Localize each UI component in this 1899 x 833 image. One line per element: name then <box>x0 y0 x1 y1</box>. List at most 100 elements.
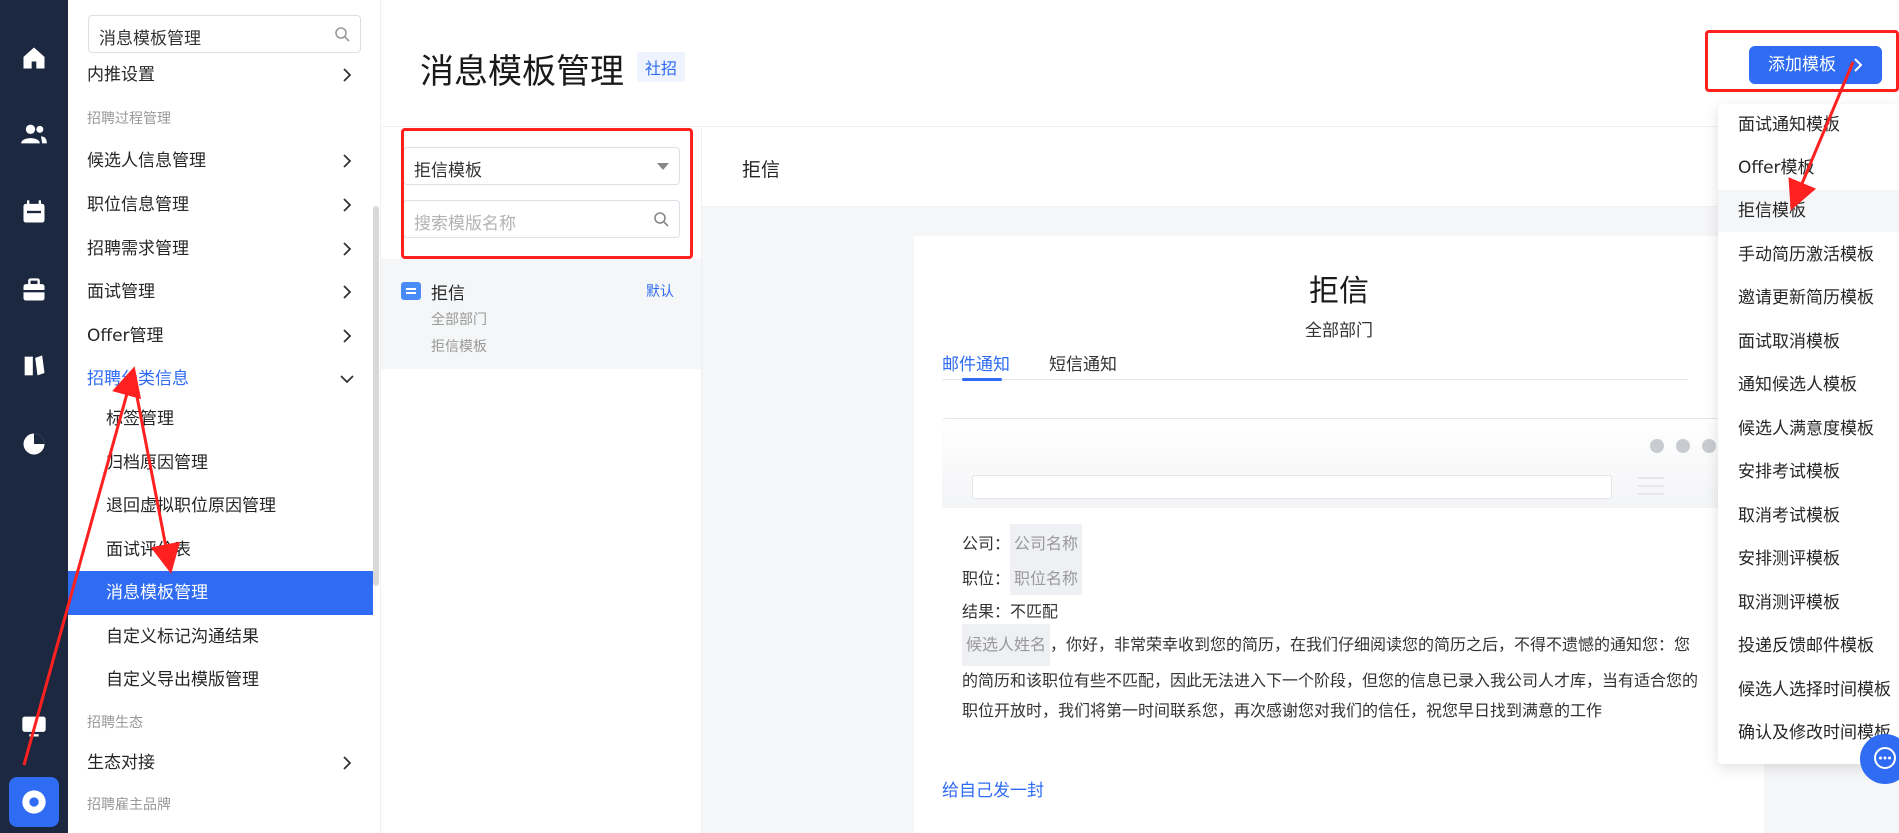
company-label: 公司： <box>962 534 1011 553</box>
company-variable: 公司名称 <box>1010 524 1083 560</box>
menu-item-cancel-assessment[interactable]: 取消测评模板 <box>1718 582 1899 624</box>
menu-item-candidate-satisfaction[interactable]: 候选人满意度模板 <box>1718 408 1899 450</box>
preview-header-title: 拒信 <box>742 159 781 181</box>
sidebar-item-custom-export-template[interactable]: 自定义导出模版管理 <box>106 660 366 700</box>
sidebar-item-label: 招聘分类信息 <box>87 369 189 389</box>
search-icon[interactable] <box>334 26 350 42</box>
address-bar <box>972 475 1612 499</box>
sidebar-item-label: 消息模板管理 <box>106 583 208 603</box>
menu-item-schedule-assessment[interactable]: 安排测评模板 <box>1718 538 1899 580</box>
sidebar-scrollbar[interactable] <box>373 206 379 586</box>
sidebar-item-tag-management[interactable]: 标签管理 <box>106 399 366 439</box>
sidebar-group-label: 招聘雇主品牌 <box>87 797 171 813</box>
notification-tabs: 邮件通知 短信通知 <box>942 350 1688 381</box>
sidebar-search-input[interactable]: 消息模板管理 <box>88 15 361 53</box>
briefcase-icon[interactable] <box>20 276 48 304</box>
users-icon[interactable] <box>20 120 48 148</box>
window-dot-icon <box>1650 439 1664 453</box>
sidebar-item-custom-mark-result[interactable]: 自定义标记沟通结果 <box>106 617 366 657</box>
message-icon <box>401 282 421 300</box>
menu-item-rejection[interactable]: 拒信模板 <box>1718 190 1899 232</box>
sidebar-item-ecosystem[interactable]: 生态对接 <box>87 743 362 783</box>
position-label: 职位： <box>962 569 1011 588</box>
icon-rail <box>0 0 68 833</box>
chevron-down-icon <box>340 375 354 384</box>
menu-item-interview-notice[interactable]: 面试通知模板 <box>1718 104 1899 146</box>
list-item[interactable]: 拒信 默认 全部部门 拒信模板 <box>381 259 701 369</box>
window-dot-icon <box>1702 439 1716 453</box>
sidebar-item-interview[interactable]: 面试管理 <box>87 272 362 312</box>
menu-item-schedule-exam[interactable]: 安排考试模板 <box>1718 451 1899 493</box>
template-department: 全部部门 <box>431 312 487 328</box>
chevron-right-icon <box>343 285 352 299</box>
sidebar-item-candidate-info[interactable]: 候选人信息管理 <box>87 141 362 181</box>
menu-item-notify-candidate[interactable]: 通知候选人模板 <box>1718 364 1899 406</box>
menu-item-manual-resume-activation[interactable]: 手动简历激活模板 <box>1718 234 1899 276</box>
email-window-mockup <box>942 418 1722 508</box>
sidebar-item-label: 自定义导出模版管理 <box>106 670 259 690</box>
sidebar-group-label: 招聘过程管理 <box>87 111 171 127</box>
sidebar-item-interview-form[interactable]: 面试评价表 <box>106 530 366 570</box>
menu-item-candidate-select-time[interactable]: 候选人选择时间模板 <box>1718 669 1899 711</box>
sidebar-item-referral-settings[interactable]: 内推设置 <box>87 55 362 95</box>
tab-email-notification[interactable]: 邮件通知 <box>942 350 1010 375</box>
settings-icon[interactable] <box>9 777 59 827</box>
menu-item-invite-update-resume[interactable]: 邀请更新简历模板 <box>1718 277 1899 319</box>
email-body-text: ，你好，非常荣幸收到您的简历，在我们仔细阅读您的简历之后，不得不遗憾的通知您：您… <box>962 635 1699 720</box>
sidebar-item-virtual-position-reason[interactable]: 退回虚拟职位原因管理 <box>106 486 366 526</box>
chevron-right-icon <box>343 329 352 343</box>
menu-item-delivery-feedback[interactable]: 投递反馈邮件模板 <box>1718 625 1899 667</box>
sidebar-item-label: 招聘需求管理 <box>87 239 189 259</box>
sidebar-item-label: 自定义标记沟通结果 <box>106 627 259 647</box>
home-icon[interactable] <box>20 44 48 72</box>
chevron-right-icon <box>343 154 352 168</box>
sidebar: 消息模板管理 内推设置 招聘过程管理 候选人信息管理 职位信息管理 招聘需求管理… <box>68 0 381 833</box>
page-title: 消息模板管理 <box>420 52 624 92</box>
sidebar-item-label: 面试评价表 <box>106 540 191 560</box>
sidebar-item-label: 退回虚拟职位原因管理 <box>106 496 276 516</box>
annotation-box-add-button <box>1705 30 1899 92</box>
chevron-right-icon <box>343 198 352 212</box>
send-to-self-link[interactable]: 给自己发一封 <box>942 776 1044 801</box>
calendar-icon[interactable] <box>20 198 48 226</box>
position-row: 职位： 职位名称 <box>962 559 1083 595</box>
sidebar-item-archive-reason[interactable]: 归档原因管理 <box>106 443 366 483</box>
result-value: 不匹配 <box>1010 602 1059 621</box>
menu-item-cancel-exam[interactable]: 取消考试模板 <box>1718 495 1899 537</box>
sidebar-item-label: 面试管理 <box>87 282 155 302</box>
window-dot-icon <box>1676 439 1690 453</box>
sidebar-item-label: 候选人信息管理 <box>87 151 206 171</box>
sidebar-item-category-info[interactable]: 招聘分类信息 <box>87 359 362 399</box>
chevron-right-icon <box>343 756 352 770</box>
sidebar-item-label: 归档原因管理 <box>106 453 208 473</box>
sidebar-item-offer[interactable]: Offer管理 <box>87 316 362 356</box>
sidebar-item-position-info[interactable]: 职位信息管理 <box>87 185 362 225</box>
active-tab-indicator <box>962 378 1002 381</box>
sidebar-item-label: 内推设置 <box>87 65 155 85</box>
result-row: 结果：不匹配 <box>962 598 1058 622</box>
sidebar-item-label: Offer管理 <box>87 326 164 346</box>
pie-chart-icon[interactable] <box>20 430 48 458</box>
candidate-name-variable: 候选人姓名 <box>962 624 1051 666</box>
preview-department: 全部部门 <box>1305 321 1373 341</box>
default-badge: 默认 <box>646 284 674 300</box>
book-icon[interactable] <box>20 352 48 380</box>
preview-title: 拒信 <box>1309 274 1369 309</box>
menu-item-interview-cancel[interactable]: 面试取消模板 <box>1718 321 1899 363</box>
sidebar-item-label: 职位信息管理 <box>87 195 189 215</box>
sidebar-item-message-template[interactable]: 消息模板管理 <box>68 571 373 615</box>
annotation-box-template-filter <box>401 128 693 259</box>
sidebar-item-requirement[interactable]: 招聘需求管理 <box>87 229 362 269</box>
sidebar-item-label: 生态对接 <box>87 753 155 773</box>
result-label: 结果： <box>962 602 1011 621</box>
template-type: 拒信模板 <box>431 339 487 355</box>
sidebar-group-label: 招聘生态 <box>87 715 143 731</box>
sidebar-item-label: 标签管理 <box>106 409 174 429</box>
menu-item-offer[interactable]: Offer模板 <box>1718 147 1899 189</box>
chevron-right-icon <box>343 242 352 256</box>
chevron-right-icon <box>343 68 352 82</box>
monitor-icon[interactable] <box>20 712 48 740</box>
tab-sms-notification[interactable]: 短信通知 <box>1049 350 1117 375</box>
chat-icon <box>1874 747 1896 769</box>
recruitment-type-tag: 社招 <box>637 52 686 82</box>
